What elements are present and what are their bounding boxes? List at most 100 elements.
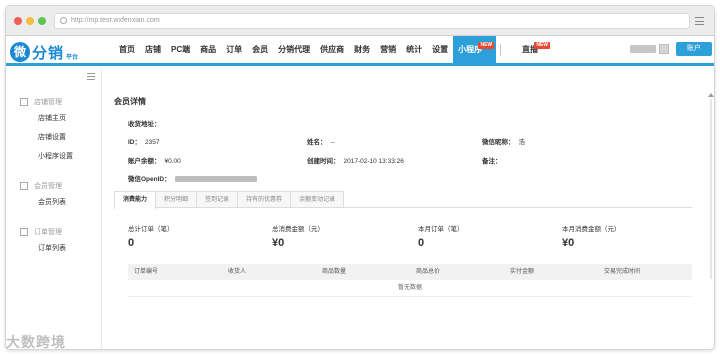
sidebar-group-members: 会员管理 会员列表 (6, 179, 102, 212)
nav-item-suppliers[interactable]: 供应商 (315, 36, 349, 63)
column-receiver: 收货人 (228, 269, 247, 275)
minimize-window-button[interactable] (26, 17, 34, 25)
browser-menu-icon[interactable] (695, 17, 704, 25)
column-completed-time: 交易完成时间 (604, 269, 641, 275)
top-navigation: 微 分销 平台 首页 店铺 PC端 商品 订单 会员 分销代理 供应商 财务 营… (6, 36, 714, 66)
column-paid: 实付金额 (510, 269, 535, 275)
nav-divider (500, 44, 502, 56)
table-header: 订单编号 收货人 商品数量 商品总价 实付金额 交易完成时间 (128, 264, 692, 280)
address-field: 收货地址： (128, 118, 165, 128)
created-value: 2017-02-10 13:33:26 (343, 158, 404, 165)
home-icon (20, 98, 28, 106)
browser-chrome: http://mp.test.wxfenxian.com (6, 6, 714, 36)
stat-month-spent: 本月消费金额（元） ¥0 (562, 223, 621, 249)
tab-spending[interactable]: 消费能力 (114, 191, 157, 209)
created-field: 创建时间： 2017-02-10 13:33:26 (307, 155, 404, 165)
tab-checkin[interactable]: 签到记录 (196, 191, 239, 207)
account-label: 账户 (687, 45, 701, 52)
scrollbar[interactable] (708, 73, 714, 343)
id-label: ID： (128, 139, 141, 146)
balance-label: 账户余额： (128, 158, 161, 165)
username-redacted (630, 45, 656, 53)
logo-sub: 平台 (66, 55, 79, 61)
sidebar-group-header: 店铺管理 (6, 95, 102, 109)
nav-item-finance[interactable]: 财务 (349, 36, 375, 63)
new-badge: NEW (478, 42, 495, 49)
nav-item-settings[interactable]: 设置 (427, 36, 453, 63)
nickname-field: 微信昵称：浩 (482, 136, 525, 146)
main-content: 会员详情 收货地址： ID： 2357 姓名： -- 微信昵称：浩 账户余额： ¥0.… (102, 69, 714, 349)
nav-item-marketing[interactable]: 营销 (375, 36, 401, 63)
sidebar-group-title: 订单管理 (34, 229, 62, 236)
nickname-value: 浩 (518, 139, 526, 146)
nav-item-stats[interactable]: 统计 (401, 36, 427, 63)
sidebar-item-store-settings[interactable]: 店铺设置 (6, 128, 102, 147)
nav-item-agents[interactable]: 分销代理 (273, 36, 315, 63)
sidebar-item-miniprogram-settings[interactable]: 小程序设置 (6, 147, 102, 166)
account-button[interactable]: 账户 (676, 42, 712, 56)
name-field: 姓名： -- (307, 136, 335, 146)
openid-field: 微信OpenID： (128, 173, 257, 183)
user-avatar[interactable] (659, 44, 669, 54)
nav-item-pc[interactable]: PC端 (166, 36, 195, 63)
sidebar-group-title: 会员管理 (34, 183, 62, 190)
stat-total-orders: 总计订单（笔） 0 (128, 223, 174, 249)
address-bar[interactable]: http://mp.test.wxfenxian.com (54, 13, 690, 29)
nav-item-home[interactable]: 首页 (114, 36, 140, 63)
live-new-badge: NEW (534, 42, 550, 49)
stat-value: ¥0 (272, 237, 285, 249)
note-field: 备注： (482, 155, 506, 165)
address-label: 收货地址： (128, 121, 161, 128)
sidebar-item-member-list[interactable]: 会员列表 (6, 193, 102, 212)
nav-item-store[interactable]: 店铺 (140, 36, 166, 63)
detail-tabs: 消费能力 积分明细 签到记录 持有的优惠券 余额变动记录 (114, 191, 692, 209)
stat-label: 总消费金额（元） (272, 226, 324, 233)
order-icon (20, 228, 28, 236)
id-field: ID： 2357 (128, 136, 159, 146)
name-label: 姓名： (307, 139, 327, 146)
sidebar-item-store-home[interactable]: 店铺主页 (6, 109, 102, 128)
browser-window: http://mp.test.wxfenxian.com 微 分销 平台 首页 … (5, 5, 715, 350)
openid-value-redacted (174, 176, 257, 183)
scroll-up-icon[interactable] (708, 93, 714, 97)
stat-value: ¥0 (562, 237, 575, 249)
tab-points[interactable]: 积分明细 (155, 191, 198, 207)
logo-name: 分销 (32, 44, 65, 62)
close-window-button[interactable] (14, 17, 22, 25)
stat-label: 本月订单（笔） (418, 226, 464, 233)
sidebar-group-store: 店铺管理 店铺主页 店铺设置 小程序设置 (6, 95, 102, 166)
orders-table: 订单编号 收货人 商品数量 商品总价 实付金额 交易完成时间 暂无数据 (128, 264, 692, 297)
tab-coupons[interactable]: 持有的优惠券 (237, 191, 292, 207)
nav-item-products[interactable]: 商品 (195, 36, 221, 63)
url-text: http://mp.test.wxfenxian.com (71, 17, 160, 24)
globe-icon (60, 17, 67, 24)
sidebar-toggle-icon[interactable] (87, 73, 95, 80)
sidebar-item-order-list[interactable]: 订单列表 (6, 239, 102, 258)
nav-item-orders[interactable]: 订单 (221, 36, 247, 63)
stat-label: 总计订单（笔） (128, 226, 174, 233)
nav-item-members[interactable]: 会员 (247, 36, 273, 63)
page-body: 店铺管理 店铺主页 店铺设置 小程序设置 会员管理 会员列表 订单管理 订单列表 (6, 69, 714, 349)
tab-balance-log[interactable]: 余额变动记录 (290, 191, 345, 207)
maximize-window-button[interactable] (38, 17, 46, 25)
sidebar-group-header: 订单管理 (6, 225, 102, 239)
nav-item-miniprogram[interactable]: 小程序 NEW (453, 36, 497, 63)
id-value: 2357 (145, 139, 160, 146)
nav-item-live[interactable]: 直播 NEW (522, 36, 552, 63)
sidebar-group-title: 店铺管理 (34, 99, 62, 106)
name-value: -- (330, 139, 335, 146)
nickname-label: 微信昵称： (482, 139, 515, 146)
stat-label: 本月消费金额（元） (562, 226, 621, 233)
openid-label: 微信OpenID： (128, 176, 171, 183)
balance-value: ¥0.00 (164, 158, 181, 165)
users-icon (20, 182, 28, 190)
sidebar-group-header: 会员管理 (6, 179, 102, 193)
logo[interactable]: 微 分销 平台 (10, 41, 78, 63)
column-quantity: 商品数量 (322, 269, 347, 275)
watermark: 大数跨境 (6, 332, 66, 352)
scroll-track[interactable] (710, 99, 712, 279)
balance-field: 账户余额： ¥0.00 (128, 155, 181, 165)
stat-value: 0 (418, 237, 425, 249)
sidebar-group-orders: 订单管理 订单列表 (6, 225, 102, 258)
empty-state: 暂无数据 (128, 280, 692, 297)
